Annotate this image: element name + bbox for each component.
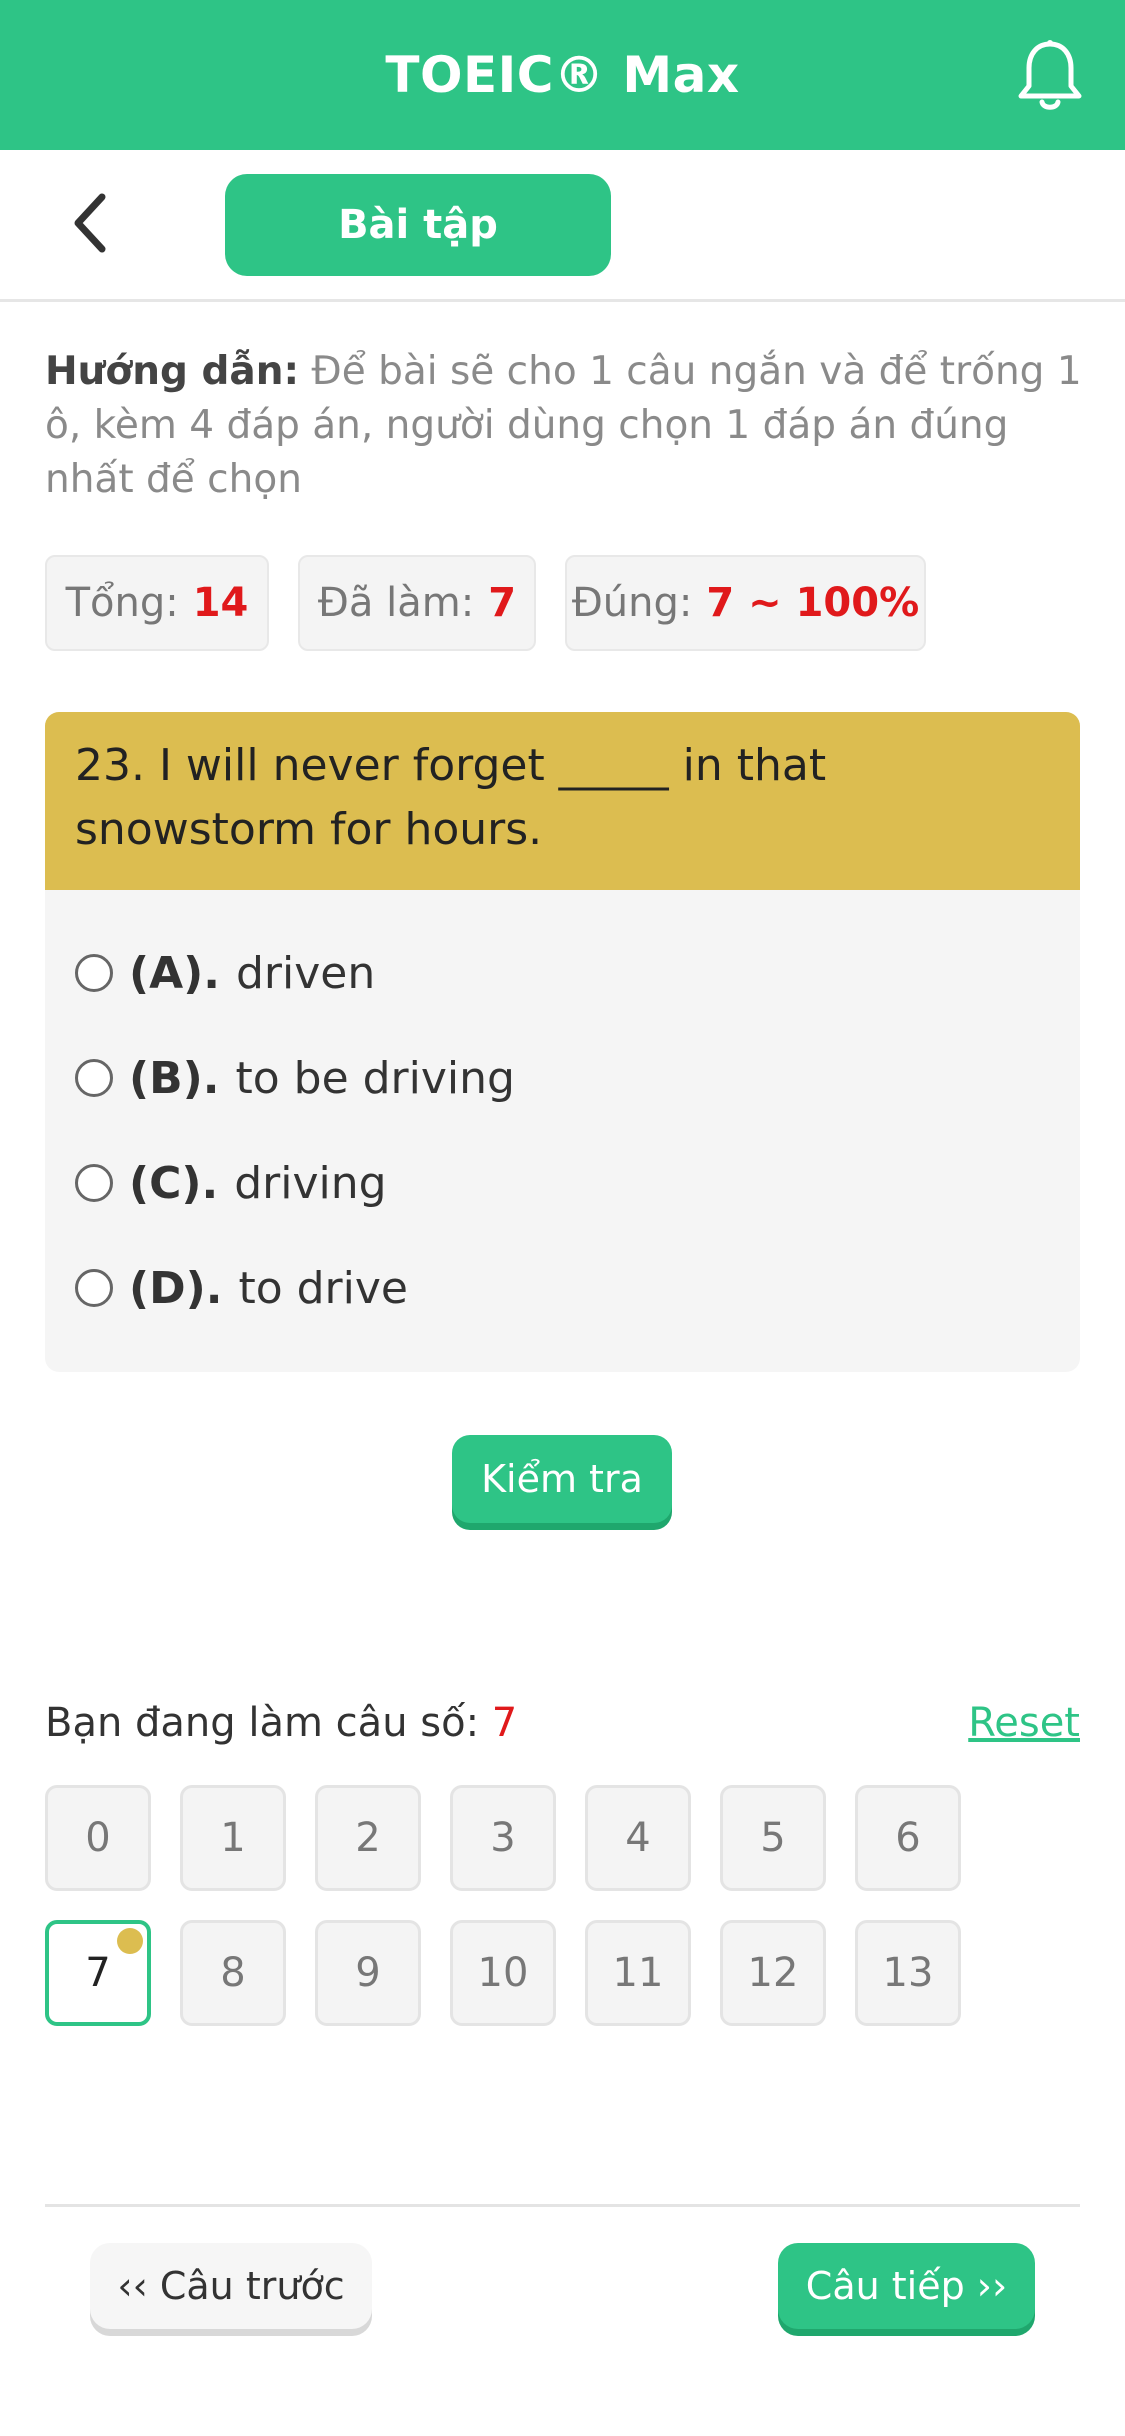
- question-number-grid: 0 1 2 3 4 5 6 7 8 9 10 11 12 13: [45, 1785, 1085, 2026]
- question-card: 23. I will never forget _____ in that sn…: [45, 712, 1080, 1372]
- option-letter: (D).: [129, 1262, 223, 1314]
- option-b[interactable]: (B). to be driving: [75, 1043, 515, 1113]
- option-letter: (A).: [129, 947, 220, 999]
- current-question-value: 7: [491, 1700, 518, 1746]
- stat-total-value: 14: [192, 580, 249, 626]
- instructions-label: Hướng dẫn:: [45, 349, 300, 394]
- question-number-12[interactable]: 12: [720, 1920, 826, 2026]
- question-number-10[interactable]: 10: [450, 1920, 556, 2026]
- stat-done-label: Đã làm:: [317, 580, 475, 626]
- stat-done-value: 7: [488, 580, 517, 626]
- app-title: TOEIC® Max: [385, 46, 740, 104]
- question-number-5[interactable]: 5: [720, 1785, 826, 1891]
- question-number-2[interactable]: 2: [315, 1785, 421, 1891]
- question-number-8[interactable]: 8: [180, 1920, 286, 2026]
- option-a[interactable]: (A). driven: [75, 938, 375, 1008]
- next-question-button[interactable]: Câu tiếp ››: [778, 2243, 1035, 2329]
- option-text: to be driving: [235, 1052, 515, 1104]
- current-question-label: Bạn đang làm câu số:: [45, 1700, 480, 1746]
- radio-button[interactable]: [75, 1269, 113, 1307]
- option-text: driving: [234, 1157, 387, 1209]
- question-number-4[interactable]: 4: [585, 1785, 691, 1891]
- instructions: Hướng dẫn: Để bài sẽ cho 1 câu ngắn và đ…: [45, 345, 1085, 507]
- question-number-0[interactable]: 0: [45, 1785, 151, 1891]
- question-text: 23. I will never forget _____ in that sn…: [45, 712, 1080, 890]
- previous-question-button[interactable]: ‹‹ Câu trước: [90, 2243, 372, 2329]
- stat-total-label: Tổng:: [65, 580, 179, 626]
- stat-correct-value: 7 ~ 100%: [706, 580, 920, 626]
- tab-exercise[interactable]: Bài tập: [225, 174, 611, 276]
- reset-link[interactable]: Reset: [968, 1700, 1080, 1746]
- app-screen: TOEIC® Max Bài tập Hướng dẫn: Để bài sẽ …: [0, 0, 1125, 2436]
- radio-button[interactable]: [75, 1059, 113, 1097]
- question-number-3[interactable]: 3: [450, 1785, 556, 1891]
- question-number-6[interactable]: 6: [855, 1785, 961, 1891]
- back-button[interactable]: [60, 188, 120, 258]
- question-number-11[interactable]: 11: [585, 1920, 691, 2026]
- option-letter: (B).: [129, 1052, 220, 1104]
- question-number-9[interactable]: 9: [315, 1920, 421, 2026]
- sub-header: Bài tập: [0, 150, 1125, 302]
- option-text: to drive: [238, 1262, 408, 1314]
- bell-icon[interactable]: [1015, 38, 1085, 114]
- radio-button[interactable]: [75, 954, 113, 992]
- question-number-1[interactable]: 1: [180, 1785, 286, 1891]
- stat-correct-label: Đúng:: [571, 580, 693, 626]
- question-number-7-active[interactable]: 7: [45, 1920, 151, 2026]
- option-letter: (C).: [129, 1157, 219, 1209]
- app-header: TOEIC® Max: [0, 0, 1125, 150]
- footer-divider: [45, 2204, 1080, 2207]
- question-number-13[interactable]: 13: [855, 1920, 961, 2026]
- check-button[interactable]: Kiểm tra: [452, 1435, 672, 1523]
- stat-correct: Đúng: 7 ~ 100%: [565, 555, 926, 651]
- option-text: driven: [236, 947, 376, 999]
- stat-total: Tổng: 14: [45, 555, 269, 651]
- current-question: Bạn đang làm câu số: 7: [45, 1700, 517, 1746]
- option-c[interactable]: (C). driving: [75, 1148, 387, 1218]
- option-d[interactable]: (D). to drive: [75, 1253, 408, 1323]
- current-marker-dot: [117, 1928, 143, 1954]
- radio-button[interactable]: [75, 1164, 113, 1202]
- question-number-label: 7: [85, 1950, 111, 1996]
- stat-done: Đã làm: 7: [298, 555, 536, 651]
- chevron-left-icon: [74, 193, 106, 253]
